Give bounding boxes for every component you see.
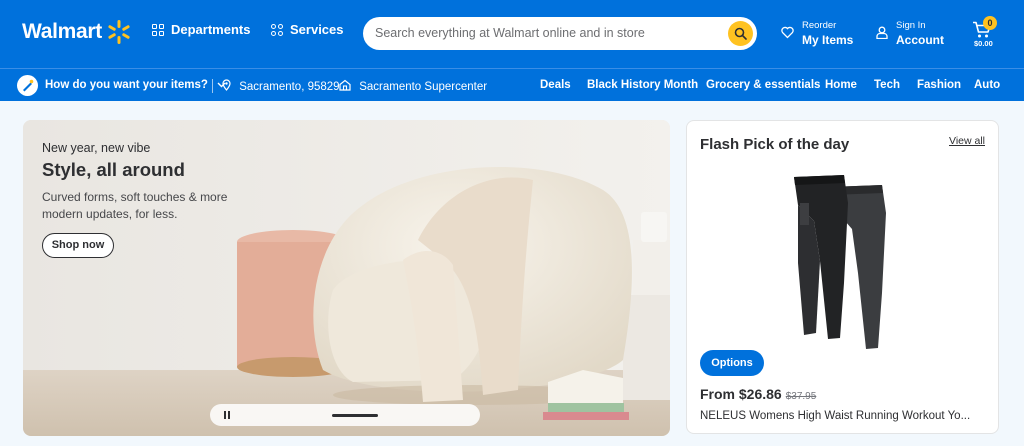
location-pin-icon: [222, 79, 231, 91]
options-button[interactable]: Options: [700, 350, 764, 376]
location-label: Sacramento, 95829: [239, 81, 340, 93]
pause-icon[interactable]: [224, 411, 230, 419]
price-row: From $26.86 $37.95: [700, 386, 816, 402]
top-header: Walmart Departments Services Search ever…: [0, 0, 1024, 68]
account-button[interactable]: Sign In Account: [876, 20, 944, 47]
spark-icon: [108, 20, 130, 44]
cart-button[interactable]: 0 $0.00: [970, 15, 1000, 55]
store-icon: [339, 79, 351, 91]
location-selector[interactable]: Sacramento, 95829: [222, 79, 340, 93]
cart-count-badge: 0: [983, 16, 997, 30]
logo-text: Walmart: [22, 20, 102, 43]
hero-description: Curved forms, soft touches & more modern…: [42, 190, 228, 221]
sub-navigation: How do you want your items? Sacramento, …: [0, 68, 1024, 101]
reorder-label: Reorder: [802, 20, 837, 31]
view-all-link[interactable]: View all: [949, 135, 985, 147]
original-price: $37.95: [785, 391, 817, 402]
delivery-icon: [17, 75, 38, 96]
nav-link-grocery[interactable]: Grocery & essentials: [706, 79, 820, 91]
services-grid-icon: [271, 23, 283, 36]
hero-kicker: New year, new vibe: [42, 141, 151, 155]
nav-link-auto[interactable]: Auto: [974, 79, 1000, 91]
services-label: Services: [290, 22, 344, 37]
heart-icon: [781, 26, 794, 39]
nav-link-home[interactable]: Home: [825, 79, 857, 91]
flash-pick-card: Flash Pick of the day View all Options F…: [686, 120, 999, 434]
search-placeholder: Search everything at Walmart online and …: [375, 26, 645, 40]
sign-in-label: Sign In: [896, 20, 926, 31]
carousel-controls: [210, 404, 480, 426]
account-label: Account: [896, 33, 944, 47]
store-label: Sacramento Supercenter: [359, 81, 488, 93]
reorder-my-items[interactable]: Reorder My Items: [781, 20, 853, 47]
product-image-leggings[interactable]: [786, 173, 896, 357]
current-price: From $26.86: [700, 386, 782, 402]
hero-text-block: New year, new vibe Style, all around Cur…: [42, 141, 232, 223]
search-icon: [734, 27, 747, 40]
nav-link-black-history-month[interactable]: Black History Month: [587, 79, 698, 91]
departments-button[interactable]: Departments: [152, 22, 250, 37]
divider: [212, 79, 213, 93]
services-button[interactable]: Services: [271, 22, 344, 37]
carousel-indicator[interactable]: [332, 414, 378, 417]
user-icon: [876, 26, 888, 39]
grid-icon: [152, 23, 164, 36]
delivery-question[interactable]: How do you want your items?: [45, 79, 226, 91]
departments-label: Departments: [171, 22, 251, 37]
store-selector[interactable]: Sacramento Supercenter: [339, 79, 487, 93]
nav-link-tech[interactable]: Tech: [874, 79, 900, 91]
nav-link-deals[interactable]: Deals: [540, 79, 571, 91]
hero-title: Style, all around: [42, 159, 185, 180]
product-name[interactable]: NELEUS Womens High Waist Running Workout…: [700, 410, 970, 422]
search-input[interactable]: Search everything at Walmart online and …: [363, 17, 757, 50]
search-button[interactable]: [728, 21, 753, 46]
nav-link-fashion[interactable]: Fashion: [917, 79, 961, 91]
shop-now-button[interactable]: Shop now: [42, 233, 114, 258]
flash-pick-title: Flash Pick of the day: [700, 136, 850, 153]
cart-total: $0.00: [974, 39, 993, 48]
hero-banner[interactable]: New year, new vibe Style, all around Cur…: [23, 120, 670, 436]
my-items-label: My Items: [802, 33, 854, 47]
walmart-logo[interactable]: Walmart: [22, 18, 133, 46]
